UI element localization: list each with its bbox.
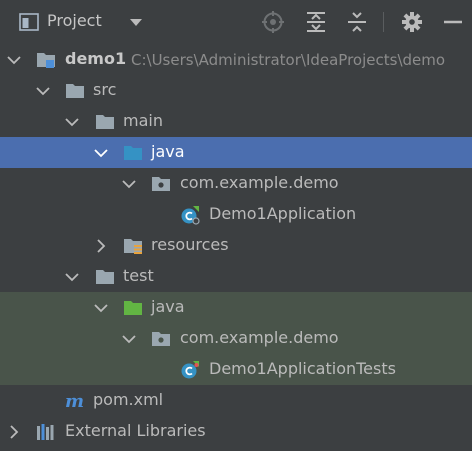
tree-node-src[interactable]: src bbox=[0, 75, 472, 106]
tree-node-test[interactable]: test bbox=[0, 261, 472, 292]
toolbar-separator bbox=[383, 12, 384, 32]
tree-node-external-libraries[interactable]: External Libraries bbox=[0, 416, 472, 447]
chevron-right-icon[interactable] bbox=[94, 239, 108, 253]
project-view-icon[interactable] bbox=[19, 12, 39, 32]
tree-node-test-java[interactable]: java bbox=[0, 292, 472, 323]
minimize-icon[interactable] bbox=[441, 10, 465, 34]
tree-node-label: test bbox=[123, 266, 154, 285]
tree-node-label: pom.xml bbox=[93, 390, 164, 409]
test-source-folder-icon bbox=[124, 301, 142, 315]
tree-node-label: src bbox=[93, 80, 117, 99]
chevron-down-icon[interactable] bbox=[7, 53, 21, 67]
chevron-down-icon[interactable] bbox=[65, 270, 79, 284]
package-icon bbox=[152, 177, 170, 191]
tree-node-pom[interactable]: m pom.xml bbox=[0, 385, 472, 416]
chevron-down-icon[interactable] bbox=[36, 84, 50, 98]
chevron-down-icon[interactable] bbox=[94, 146, 108, 160]
tree-node-main-class[interactable]: Demo1Application bbox=[0, 199, 472, 230]
chevron-down-icon[interactable] bbox=[122, 332, 136, 346]
locate-icon[interactable] bbox=[261, 10, 285, 34]
svg-text:m: m bbox=[65, 391, 84, 411]
tree-node-label: java bbox=[151, 142, 185, 161]
tree-node-main[interactable]: main bbox=[0, 106, 472, 137]
tree-node-label: java bbox=[151, 297, 185, 316]
chevron-down-icon[interactable] bbox=[65, 115, 79, 129]
expand-all-icon[interactable] bbox=[304, 10, 328, 34]
tree-node-test-class[interactable]: Demo1ApplicationTests bbox=[0, 354, 472, 385]
project-toolbar: Project bbox=[0, 0, 472, 44]
module-folder-icon bbox=[37, 53, 55, 68]
gear-icon[interactable] bbox=[400, 10, 424, 34]
tree-node-label: main bbox=[123, 111, 163, 130]
chevron-down-icon[interactable] bbox=[122, 177, 136, 191]
tree-node-resources[interactable]: resources bbox=[0, 230, 472, 261]
chevron-down-icon[interactable] bbox=[94, 301, 108, 315]
spring-boot-class-icon bbox=[181, 206, 200, 225]
tree-node-label: Demo1Application bbox=[209, 204, 357, 223]
test-class-icon bbox=[181, 361, 199, 379]
folder-icon bbox=[96, 270, 114, 284]
dropdown-arrow-icon[interactable] bbox=[128, 12, 144, 32]
tree-node-main-package[interactable]: com.example.demo bbox=[0, 168, 472, 199]
tree-node-label: com.example.demo bbox=[180, 328, 339, 347]
tree-node-main-java[interactable]: java bbox=[0, 137, 472, 168]
library-icon bbox=[37, 424, 54, 440]
tree-node-label: demo1 bbox=[65, 49, 127, 68]
source-folder-icon bbox=[124, 146, 142, 160]
tree-node-label: resources bbox=[151, 235, 229, 254]
tree-node-label: com.example.demo bbox=[180, 173, 339, 192]
project-view-title[interactable]: Project bbox=[47, 11, 102, 30]
tree-node-demo1[interactable]: demo1 C:\Users\Administrator\IdeaProject… bbox=[0, 44, 472, 75]
tree-node-test-package[interactable]: com.example.demo bbox=[0, 323, 472, 354]
folder-icon bbox=[96, 115, 114, 129]
chevron-right-icon[interactable] bbox=[7, 425, 21, 439]
module-path: C:\Users\Administrator\IdeaProjects\demo bbox=[131, 51, 446, 69]
tree-node-label: Demo1ApplicationTests bbox=[209, 359, 396, 378]
resources-folder-icon bbox=[124, 239, 142, 254]
folder-icon bbox=[66, 84, 84, 98]
tree-node-label: External Libraries bbox=[65, 421, 206, 440]
maven-icon: m bbox=[65, 391, 84, 411]
collapse-all-icon[interactable] bbox=[345, 10, 369, 34]
package-icon bbox=[152, 332, 170, 346]
